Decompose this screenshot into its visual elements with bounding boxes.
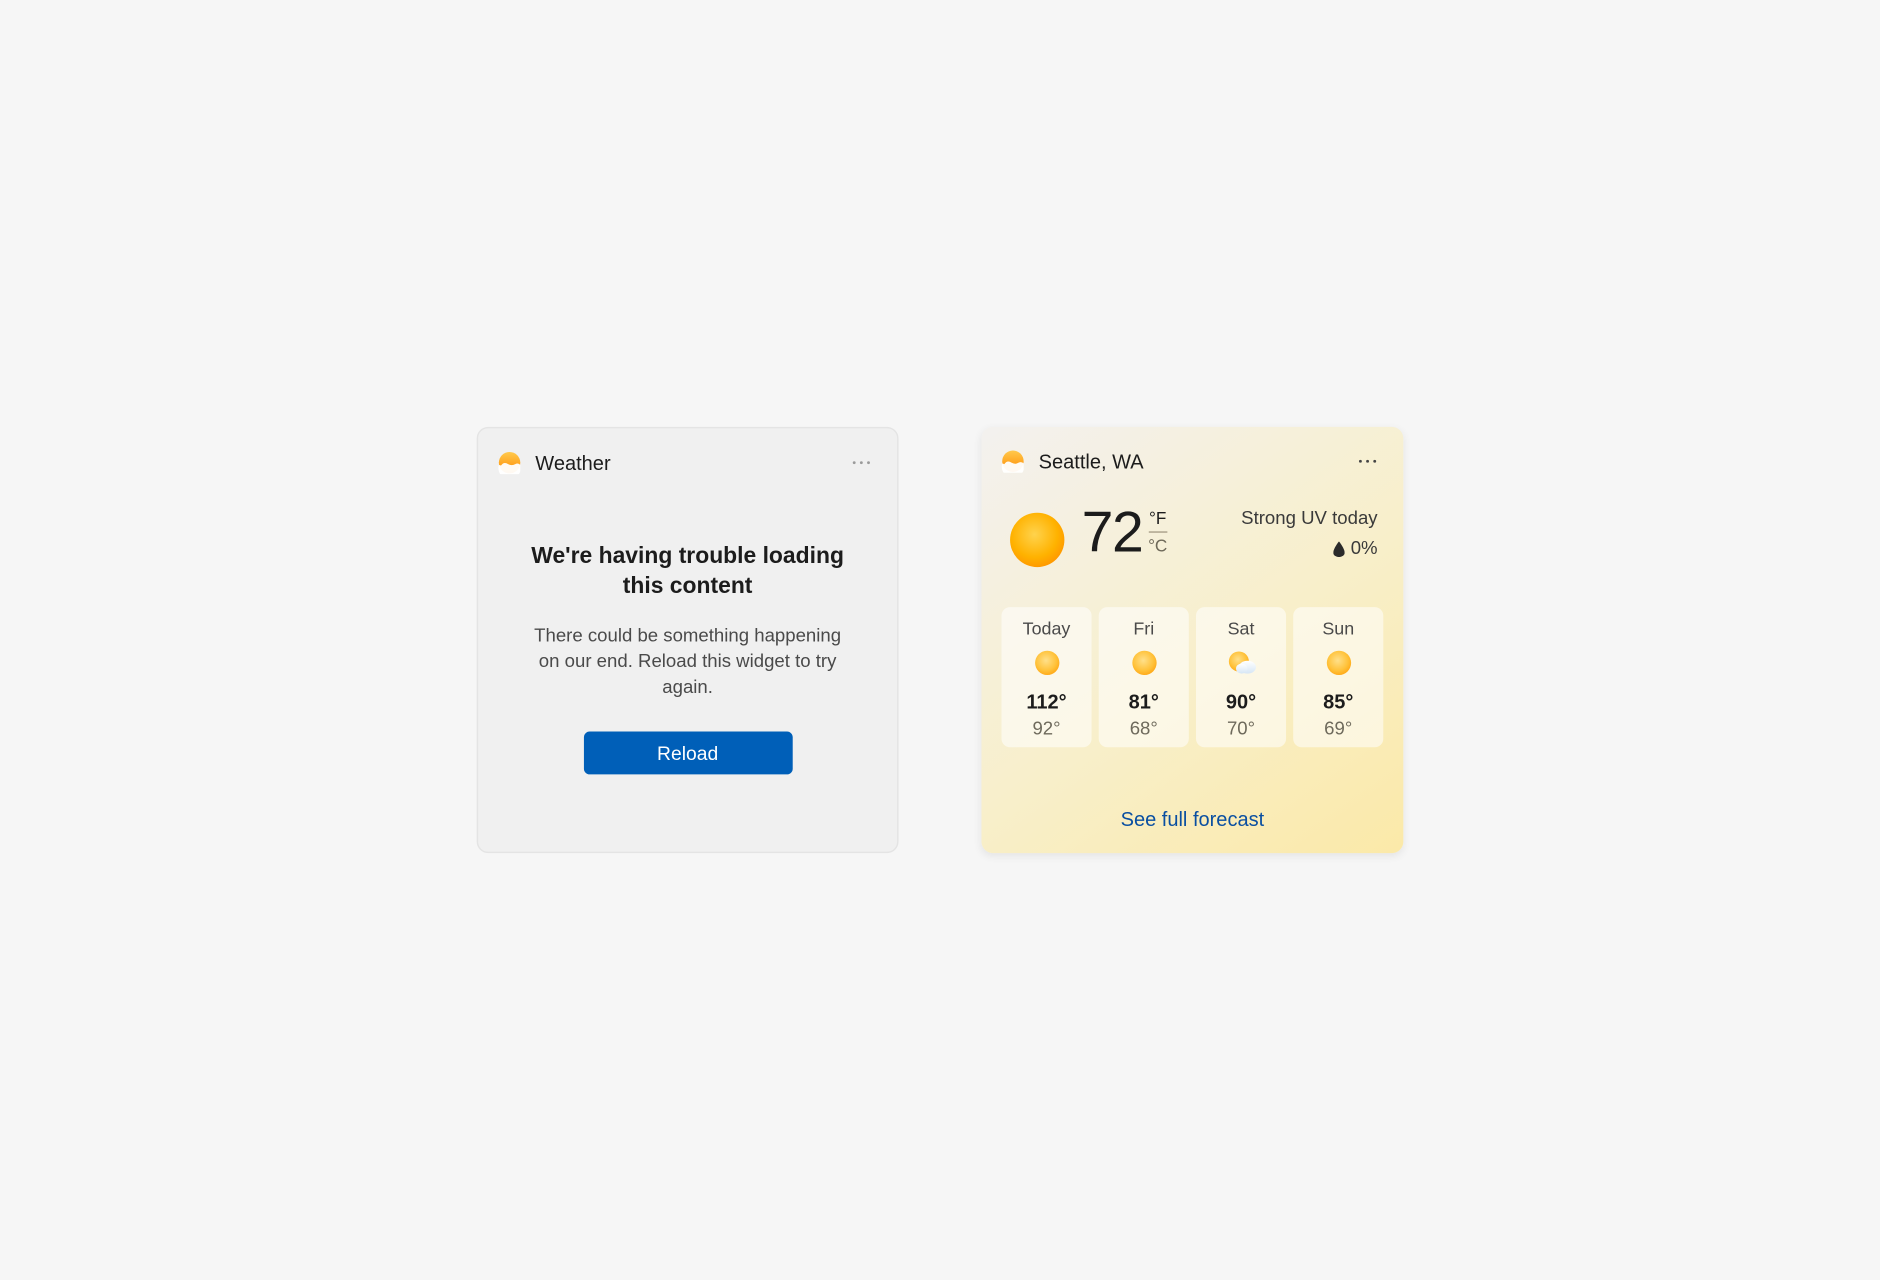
more-icon — [1359, 459, 1377, 463]
forecast-day-label: Today — [1007, 619, 1086, 639]
forecast-low: 69° — [1299, 717, 1378, 738]
weather-app-icon — [1001, 450, 1024, 473]
card-title: Weather — [535, 451, 845, 474]
forecast-day-tile[interactable]: Sat 90° 70° — [1196, 607, 1286, 747]
current-temperature: 72 — [1082, 504, 1143, 561]
forecast-high: 90° — [1202, 690, 1281, 713]
weather-error-card: Weather We're having trouble loading thi… — [477, 427, 899, 853]
error-body: We're having trouble loading this conten… — [498, 477, 877, 835]
forecast-day-tile[interactable]: Sun 85° 69° — [1293, 607, 1383, 747]
forecast-high: 112° — [1007, 690, 1086, 713]
sun-icon — [1007, 510, 1067, 570]
forecast-low: 68° — [1104, 717, 1183, 738]
precipitation-value: 0% — [1351, 537, 1378, 558]
forecast-low: 70° — [1202, 717, 1281, 738]
more-options-button[interactable] — [846, 447, 877, 478]
forecast-high: 85° — [1299, 690, 1378, 713]
reload-button[interactable]: Reload — [583, 732, 792, 775]
current-conditions: 72 °F °C Strong UV today 0% — [1001, 504, 1383, 570]
forecast-day-tile[interactable]: Fri 81° 68° — [1099, 607, 1189, 747]
error-title: We're having trouble loading this conten… — [515, 543, 860, 602]
partly-cloudy-icon — [1225, 647, 1256, 678]
droplet-icon — [1334, 540, 1345, 556]
unit-celsius[interactable]: °C — [1148, 533, 1167, 554]
forecast-day-tile[interactable]: Today 112° 92° — [1001, 607, 1091, 747]
uv-alert-text: Strong UV today — [1167, 507, 1377, 528]
weather-card: Seattle, WA 72 °F °C Strong UV today — [981, 427, 1403, 853]
forecast-day-label: Sat — [1202, 619, 1281, 639]
weather-app-icon — [498, 451, 521, 474]
more-options-button[interactable] — [1352, 446, 1383, 477]
card-header: Seattle, WA — [1001, 447, 1383, 476]
sun-icon — [1323, 647, 1354, 678]
card-header: Weather — [498, 448, 877, 477]
sun-icon — [1128, 647, 1159, 678]
sun-icon — [1031, 647, 1062, 678]
see-full-forecast-link[interactable]: See full forecast — [1001, 793, 1383, 836]
more-icon — [852, 461, 870, 465]
unit-fahrenheit[interactable]: °F — [1148, 510, 1167, 533]
precipitation: 0% — [1167, 537, 1377, 558]
forecast-row: Today 112° 92° Fri 81° 68° Sat 90° 70° Sun 85° 69° — [1001, 607, 1383, 747]
unit-toggle: °F °C — [1148, 510, 1167, 554]
forecast-high: 81° — [1104, 690, 1183, 713]
forecast-day-label: Sun — [1299, 619, 1378, 639]
forecast-day-label: Fri — [1104, 619, 1183, 639]
forecast-low: 92° — [1007, 717, 1086, 738]
error-description: There could be something happening on ou… — [523, 622, 852, 700]
current-extras: Strong UV today 0% — [1167, 504, 1377, 564]
location-title: Seattle, WA — [1039, 450, 1352, 473]
